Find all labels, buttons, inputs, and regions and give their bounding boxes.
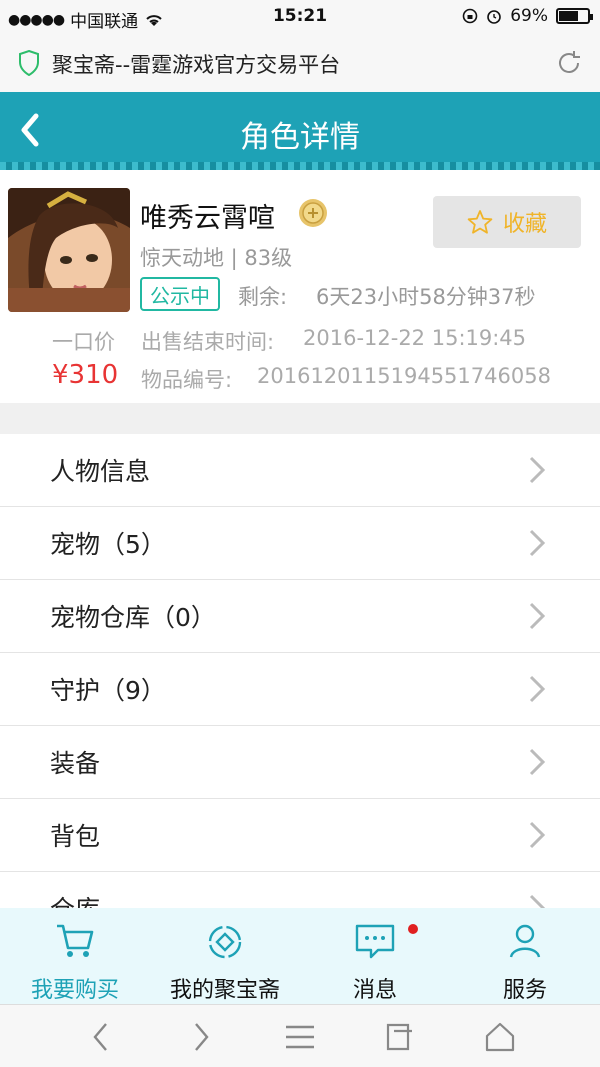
coin-icon bbox=[299, 199, 327, 227]
price-label: 一口价 bbox=[52, 330, 115, 354]
tabs-icon[interactable] bbox=[384, 1021, 416, 1053]
battery-icon bbox=[556, 8, 593, 24]
page-title: 角色详情 bbox=[240, 120, 360, 155]
nav-header: 角色详情 bbox=[0, 92, 600, 170]
tab-label: 我要购买 bbox=[30, 978, 119, 1003]
menu-item-label: 守护（9） bbox=[50, 676, 166, 705]
user-icon bbox=[509, 924, 541, 958]
chevron-right-icon bbox=[529, 456, 546, 484]
detail-menu: 人物信息 宠物（5） 宠物仓库（0） 守护（9） 装备 背包 仓库 bbox=[0, 434, 600, 945]
tab-my-jubaozhai[interactable]: 我的聚宝斋 bbox=[150, 908, 300, 1004]
alarm-icon bbox=[487, 10, 502, 24]
price-value: ¥310 bbox=[52, 360, 119, 390]
server-level: 惊天动地 | 83级 bbox=[140, 246, 293, 270]
menu-item-pet-storage[interactable]: 宠物仓库（0） bbox=[0, 580, 600, 653]
browser-back-icon[interactable] bbox=[90, 1021, 112, 1053]
menu-item-label: 装备 bbox=[50, 749, 101, 778]
menu-item-backpack[interactable]: 背包 bbox=[0, 799, 600, 872]
target-icon bbox=[208, 925, 242, 959]
status-badge: 公示中 bbox=[140, 277, 220, 311]
browser-toolbar bbox=[0, 1004, 600, 1067]
page-title-url[interactable]: 聚宝斋--雷霆游戏官方交易平台 bbox=[52, 49, 340, 79]
menu-item-character-info[interactable]: 人物信息 bbox=[0, 434, 600, 507]
end-time-label: 出售结束时间: bbox=[141, 330, 275, 354]
tab-service[interactable]: 服务 bbox=[450, 908, 600, 1004]
cart-icon bbox=[57, 924, 94, 957]
item-code-label: 物品编号: bbox=[141, 368, 233, 392]
rotation-lock-icon bbox=[462, 8, 478, 24]
item-code-value: 201612011519455174605​8 bbox=[257, 364, 551, 388]
chat-icon bbox=[355, 924, 395, 959]
chevron-right-icon bbox=[529, 821, 546, 849]
header-border-pattern bbox=[0, 162, 600, 170]
favorite-button[interactable]: 收藏 bbox=[433, 196, 581, 248]
character-name: 唯秀云霄喧 bbox=[140, 203, 275, 234]
tab-messages[interactable]: 消息 bbox=[300, 908, 450, 1004]
chevron-right-icon bbox=[529, 675, 546, 703]
remaining-time: 6天23小时58分钟37秒 bbox=[316, 285, 536, 309]
item-card: 唯秀云霄喧 收藏 惊天动地 | 83级 公示中 剩余: 6天23小时58分钟37… bbox=[0, 170, 600, 403]
tab-label: 我的聚宝斋 bbox=[169, 978, 280, 1003]
menu-item-pets[interactable]: 宠物（5） bbox=[0, 507, 600, 580]
battery-percent: 69% bbox=[510, 6, 548, 26]
chevron-right-icon bbox=[529, 602, 546, 630]
star-icon bbox=[467, 210, 493, 234]
battery-fill bbox=[559, 11, 579, 21]
status-right: 69% bbox=[462, 6, 593, 26]
menu-item-label: 背包 bbox=[50, 822, 101, 851]
tab-label: 服务 bbox=[502, 978, 547, 1003]
browser-forward-icon[interactable] bbox=[190, 1021, 212, 1053]
tab-buy[interactable]: 我要购买 bbox=[0, 908, 150, 1004]
menu-item-label: 宠物仓库（0） bbox=[50, 603, 216, 632]
favorite-label: 收藏 bbox=[502, 212, 547, 237]
unread-dot bbox=[408, 924, 418, 934]
menu-item-guardians[interactable]: 守护（9） bbox=[0, 653, 600, 726]
avatar-image bbox=[8, 188, 130, 312]
remaining-label: 剩余: bbox=[238, 285, 288, 309]
status-bar: ●●●●● 中国联通 15:21 69% bbox=[0, 0, 600, 34]
character-avatar bbox=[8, 188, 130, 312]
tab-label: 消息 bbox=[352, 978, 397, 1003]
end-time-value: 2016-12-22 15:19:45 bbox=[303, 326, 527, 350]
chevron-right-icon bbox=[529, 529, 546, 557]
shield-icon bbox=[19, 50, 39, 76]
reload-icon[interactable] bbox=[554, 48, 584, 78]
browser-bar: 聚宝斋--雷霆游戏官方交易平台 bbox=[0, 34, 600, 92]
menu-icon[interactable] bbox=[284, 1021, 316, 1053]
menu-item-label: 人物信息 bbox=[50, 457, 151, 486]
menu-item-equipment[interactable]: 装备 bbox=[0, 726, 600, 799]
menu-item-label: 宠物（5） bbox=[50, 530, 166, 559]
bottom-tab-bar: 我要购买 我的聚宝斋 消息 服务 bbox=[0, 908, 600, 1004]
home-icon[interactable] bbox=[484, 1021, 516, 1053]
chevron-right-icon bbox=[529, 748, 546, 776]
